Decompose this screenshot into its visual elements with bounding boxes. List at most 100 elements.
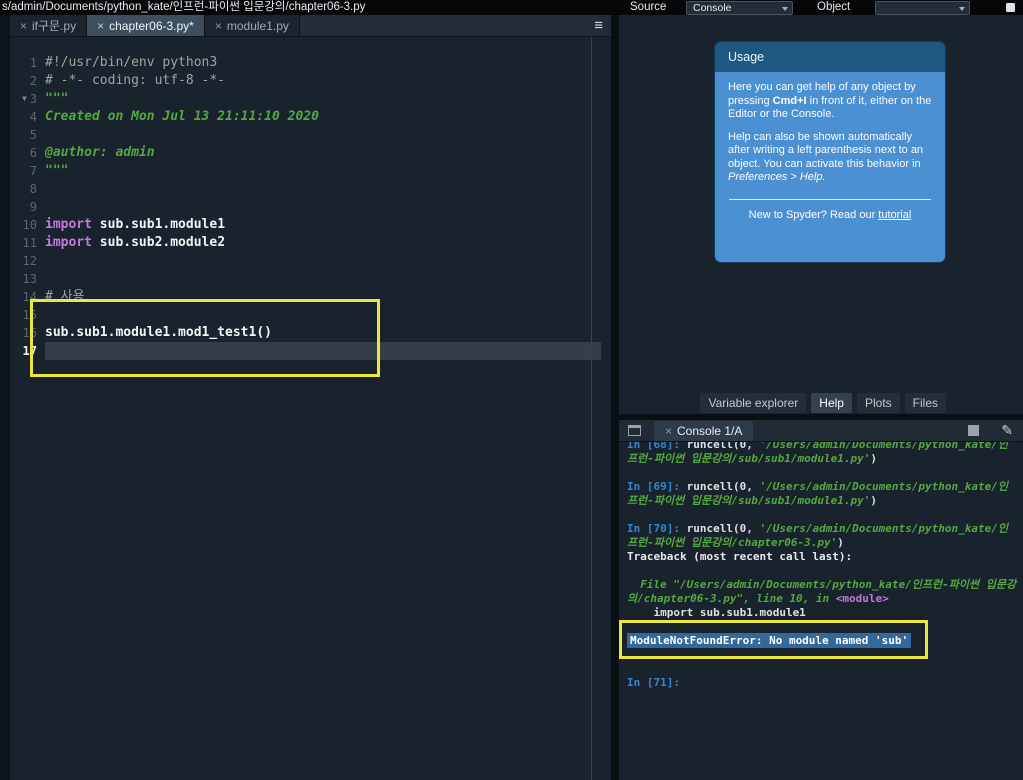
code-line: Created on Mon Jul 13 21:11:10 2020 <box>45 108 601 126</box>
line-number-text: 14 <box>22 290 37 304</box>
usage-body: Here you can get help of any object by p… <box>715 72 945 262</box>
line-number-text: 17 <box>22 344 37 358</box>
editor-tab[interactable]: × if구문.py <box>10 15 88 36</box>
code-token: Created on Mon Jul 13 21:11:10 2020 <box>45 109 319 124</box>
line-number-text: 13 <box>22 272 37 286</box>
close-icon[interactable]: × <box>97 19 104 33</box>
stop-square-icon[interactable] <box>968 425 980 436</box>
line-number-text: 8 <box>29 182 37 196</box>
line-number: 10 <box>10 216 45 234</box>
console-line: In [69]: runcell(0, '/Users/admin/Docume… <box>627 480 1019 494</box>
console-line: 의/chapter06-3.py", line 10, in <module> <box>627 592 1019 606</box>
line-number: 14 <box>10 288 45 306</box>
line-number-text: 7 <box>29 164 37 178</box>
console-line: 프런-파이썬 입문강의/sub/sub1/module1.py') <box>627 494 1019 508</box>
fold-arrow-icon[interactable]: ▼ <box>22 90 27 108</box>
console-token: import sub.sub1.module1 <box>627 606 806 619</box>
usage-paragraph-2: Help can also be shown automatically aft… <box>728 131 932 185</box>
window-edge <box>0 15 10 780</box>
close-icon[interactable]: × <box>215 19 222 33</box>
menu-icon[interactable]: ≡ <box>594 17 603 34</box>
line-number-text: 4 <box>29 110 37 124</box>
browse-tabs-icon[interactable] <box>628 425 641 436</box>
console-line: import sub.sub1.module1 <box>627 606 1019 620</box>
console-token: In [69]: <box>627 480 687 493</box>
cmd-i-shortcut: Cmd+I <box>772 94 807 107</box>
console-line: Traceback (most recent call last): <box>627 550 1019 564</box>
code-line: """ <box>45 162 601 180</box>
console-line: 프런-파이썬 입문강의/sub/sub1/module1.py') <box>627 452 1019 466</box>
code-line: # -*- coding: utf-8 -*- <box>45 72 601 90</box>
line-number-text: 15 <box>22 308 37 322</box>
code-token: """ <box>45 163 69 178</box>
editor-gutter: 1 2 ▼ 3 4 5 6 7 8 9 10 11 12 13 14 15 16 17 <box>10 54 45 360</box>
code-line: import sub.sub1.module1 <box>45 216 601 234</box>
line-number: 4 <box>10 108 45 126</box>
source-select[interactable]: Console <box>686 1 793 15</box>
editor-tab-bar: × if구문.py × chapter06-3.py* × module1.py ≡ <box>10 15 611 37</box>
object-label: Object <box>817 1 851 13</box>
code-line: @author: admin <box>45 144 601 162</box>
line-number: 9 <box>10 198 45 216</box>
console-tab[interactable]: × Console 1/A <box>654 420 754 441</box>
tutorial-link[interactable]: tutorial <box>878 209 911 221</box>
line-number-text: 6 <box>29 146 37 160</box>
close-icon[interactable]: × <box>665 424 672 438</box>
lock-icon[interactable] <box>1006 3 1015 12</box>
chevron-down-icon <box>959 7 965 11</box>
editor-code[interactable]: #!/usr/bin/env python3 # -*- coding: utf-… <box>45 54 601 360</box>
line-number: 11 <box>10 234 45 252</box>
pane-tab-files[interactable]: Files <box>904 393 946 413</box>
code-token: # -*- coding: utf-8 -*- <box>45 73 226 88</box>
code-token: import <box>45 217 92 232</box>
line-number: 12 <box>10 252 45 270</box>
pane-tab-help[interactable]: Help <box>811 393 852 413</box>
close-icon[interactable]: × <box>20 19 27 33</box>
console-token: ) <box>870 452 878 465</box>
code-line: """ <box>45 90 601 108</box>
source-label: Source <box>630 1 667 13</box>
code-token: @author: admin <box>45 145 155 160</box>
code-token: sub.sub1.module1.mod1_test1() <box>45 325 272 340</box>
options-pencil-icon[interactable]: ✎ <box>1001 422 1013 439</box>
object-select[interactable] <box>875 1 970 15</box>
console-line: In [70]: runcell(0, '/Users/admin/Docume… <box>627 522 1019 536</box>
file-path: s/admin/Documents/python_kate/인프런-파이썬 입문… <box>2 1 366 13</box>
line-number-text: 10 <box>22 218 37 232</box>
line-number: 13 <box>10 270 45 288</box>
editor-tabs: × if구문.py × chapter06-3.py* × module1.py <box>10 15 300 36</box>
editor[interactable]: 1 2 ▼ 3 4 5 6 7 8 9 10 11 12 13 14 15 16 17 #!/usr/bin/en… <box>10 37 611 780</box>
console-token: ) <box>870 494 878 507</box>
line-number-text: 2 <box>29 74 37 88</box>
console-line: ModuleNotFoundError: No module named 'su… <box>627 633 1019 648</box>
console-token: '/Users/admin/Documents/python_kate/인 <box>759 522 1009 535</box>
console-token: <module> <box>835 592 889 605</box>
pane-tab-plots[interactable]: Plots <box>856 393 900 413</box>
console-line: File "/Users/admin/Documents/python_kate… <box>627 578 1019 592</box>
console-token: ModuleNotFoundError: No module named 'su… <box>627 633 912 648</box>
code-line: #!/usr/bin/env python3 <box>45 54 601 72</box>
line-number-text: 5 <box>29 128 37 142</box>
console-token: In [71]: <box>627 676 680 689</box>
console-pane: In [68]: runcell(0, '/Users/admin/Docume… <box>619 420 1023 780</box>
line-number: 15 <box>10 306 45 324</box>
editor-tab[interactable]: × chapter06-3.py* <box>87 15 205 36</box>
line-number: 5 <box>10 126 45 144</box>
editor-tab[interactable]: × module1.py <box>204 15 300 36</box>
text: Help can also be shown automatically aft… <box>728 130 924 170</box>
pane-tab-variable-explorer[interactable]: Variable explorer <box>700 393 807 413</box>
console-output[interactable]: In [68]: runcell(0, '/Users/admin/Docume… <box>627 438 1019 690</box>
panel-splitter[interactable] <box>611 0 619 780</box>
console-line: In [71]: <box>627 676 1019 690</box>
console-token: File "/Users/admin/Documents/python_kate… <box>627 578 1017 591</box>
console-token: In [70]: <box>627 522 687 535</box>
